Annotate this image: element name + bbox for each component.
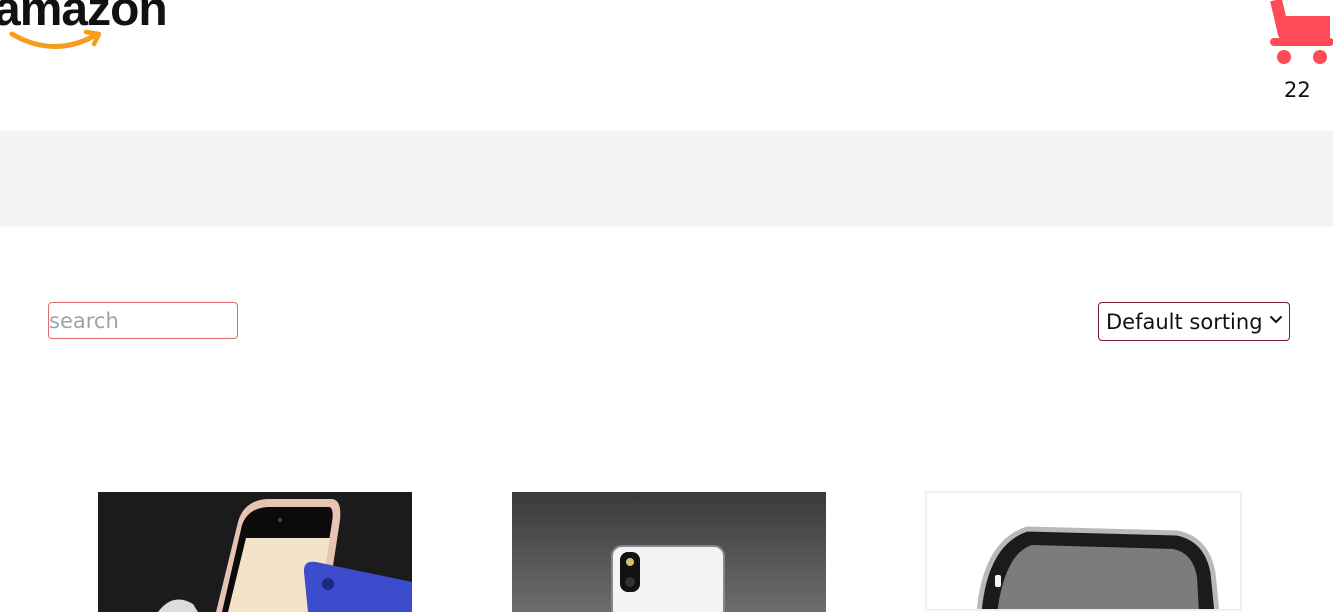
cart-icon [1270,0,1333,64]
product-card[interactable] [512,492,826,612]
amazon-logo[interactable]: amazon [0,0,174,66]
cart-count: 22 [1284,78,1311,102]
product-card[interactable] [925,491,1242,611]
sort-selected-label: Default sorting [1106,309,1263,334]
search-input[interactable] [48,302,238,339]
header: amazon 22 [0,0,1333,131]
chevron-down-icon [1270,316,1282,324]
product-card[interactable] [98,492,412,612]
phone-image-dark-rounded [927,493,1240,609]
sort-select[interactable]: Default sorting [1098,302,1290,341]
phone-image-rose-and-blue [98,492,412,612]
banner [0,131,1333,227]
smile-arrow-icon [9,29,102,49]
cart-button[interactable]: 22 [1264,0,1333,110]
phone-image-silver-back [512,492,826,612]
